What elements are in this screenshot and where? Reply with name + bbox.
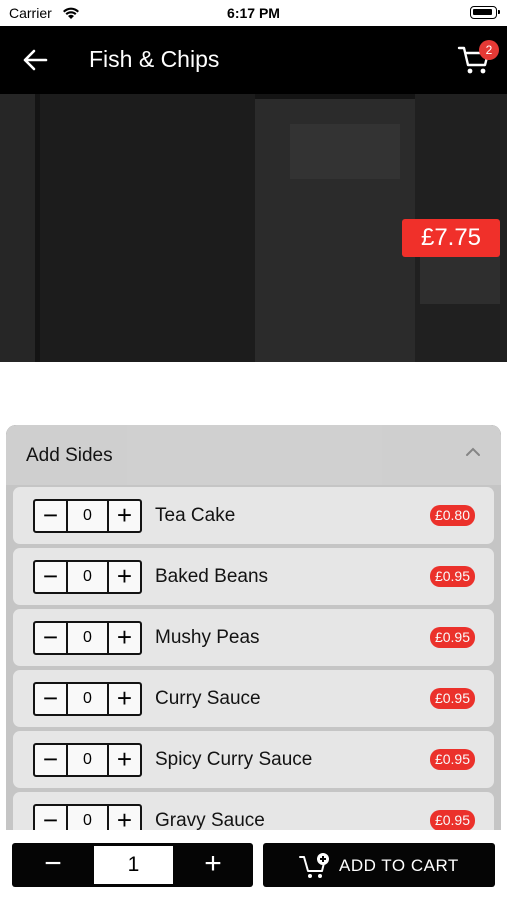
add-to-cart-label: ADD TO CART: [339, 856, 459, 875]
quantity-stepper: − +: [12, 843, 253, 887]
side-increment-button[interactable]: +: [107, 562, 140, 592]
add-to-cart-icon: [299, 853, 329, 878]
side-qty-stepper: − 0 +: [33, 499, 142, 533]
product-page: Carrier 6:17 PM Fish & Chips 2 £7.75 Add…: [0, 0, 507, 900]
side-qty-value: 0: [83, 629, 92, 646]
side-decrement-button[interactable]: −: [35, 745, 68, 775]
chevron-up-icon[interactable]: [465, 447, 481, 457]
bottom-action-bar: − + ADD TO CART: [0, 830, 507, 900]
side-item-name: Baked Beans: [155, 566, 269, 587]
side-item-tea-cake: − 0 + Tea Cake £0.80: [13, 487, 494, 544]
add-to-cart-button[interactable]: ADD TO CART: [263, 843, 495, 887]
side-item-name: Gravy Sauce: [155, 810, 265, 831]
side-item-price: £0.95: [429, 566, 475, 587]
sides-panel: Add Sides − 0 + Tea Cake £0.80 − 0 + Bak…: [6, 425, 501, 845]
side-decrement-button[interactable]: −: [35, 623, 68, 653]
side-item-price: £0.95: [429, 688, 475, 709]
quantity-increment-button[interactable]: +: [173, 843, 253, 887]
sides-list: − 0 + Tea Cake £0.80 − 0 + Baked Beans £…: [6, 485, 501, 845]
side-qty-stepper: − 0 +: [33, 743, 142, 777]
side-increment-button[interactable]: +: [107, 745, 140, 775]
status-time: 6:17 PM: [227, 5, 280, 21]
status-bar: Carrier 6:17 PM: [0, 0, 507, 26]
side-item-price: £0.95: [429, 627, 475, 648]
quantity-decrement-button[interactable]: −: [12, 843, 94, 887]
side-item-name: Mushy Peas: [155, 627, 260, 648]
side-item-price: £0.80: [429, 505, 475, 526]
side-qty-stepper: − 0 +: [33, 621, 142, 655]
side-qty-value: 0: [83, 507, 92, 524]
side-qty-stepper: − 0 +: [33, 560, 142, 594]
side-qty-stepper: − 0 +: [33, 682, 142, 716]
side-item-name: Curry Sauce: [155, 688, 261, 709]
side-item-spicy-curry-sauce: − 0 + Spicy Curry Sauce £0.95: [13, 731, 494, 788]
page-title: Fish & Chips: [89, 46, 220, 72]
side-decrement-button[interactable]: −: [35, 501, 68, 531]
side-qty-value: 0: [83, 690, 92, 707]
side-item-mushy-peas: − 0 + Mushy Peas £0.95: [13, 609, 494, 666]
side-increment-button[interactable]: +: [107, 501, 140, 531]
side-item-price: £0.95: [429, 810, 475, 831]
side-qty-value: 0: [83, 568, 92, 585]
side-item-price: £0.95: [429, 749, 475, 770]
side-item-curry-sauce: − 0 + Curry Sauce £0.95: [13, 670, 494, 727]
sides-panel-header[interactable]: Add Sides: [6, 425, 501, 485]
quantity-input[interactable]: [94, 846, 173, 884]
sides-panel-title: Add Sides: [26, 445, 113, 466]
side-item-name: Spicy Curry Sauce: [155, 749, 313, 770]
product-price-tag: £7.75: [402, 219, 500, 257]
hero-decor: [0, 94, 35, 362]
hero-decor: [40, 94, 255, 362]
side-decrement-button[interactable]: −: [35, 562, 68, 592]
battery-icon: [470, 6, 500, 19]
side-increment-button[interactable]: +: [107, 623, 140, 653]
side-item-name: Tea Cake: [155, 505, 236, 526]
side-increment-button[interactable]: +: [107, 684, 140, 714]
side-qty-value: 0: [83, 751, 92, 768]
side-item-baked-beans: − 0 + Baked Beans £0.95: [13, 548, 494, 605]
side-decrement-button[interactable]: −: [35, 684, 68, 714]
hero-decor: [290, 124, 400, 179]
cart-count-badge: 2: [479, 40, 499, 60]
app-header: Fish & Chips 2: [0, 26, 507, 94]
back-arrow-icon[interactable]: [22, 48, 48, 72]
